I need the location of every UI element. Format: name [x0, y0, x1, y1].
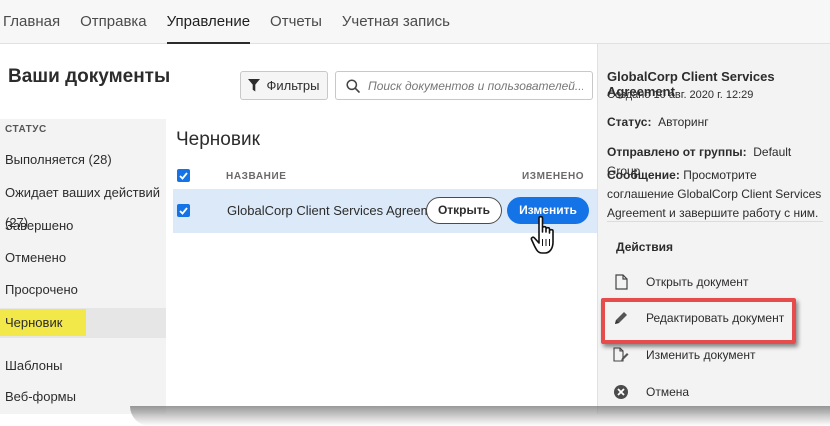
select-all-checkbox[interactable] — [177, 169, 190, 182]
group-label: Отправлено от группы: — [607, 145, 747, 159]
checkmark-icon — [179, 206, 188, 215]
column-header-name[interactable]: НАЗВАНИЕ — [226, 171, 287, 182]
details-panel: GlobalCorp Client Services Agreement Соз… — [597, 44, 830, 414]
action-open-document[interactable]: Открыть документ — [612, 271, 822, 293]
search-input[interactable] — [368, 78, 583, 93]
callout-highlight — [601, 298, 796, 344]
status-label: Статус: — [607, 115, 652, 129]
tab-account[interactable]: Учетная запись — [332, 0, 460, 44]
filters-button-label: Фильтры — [266, 78, 320, 93]
checkmark-icon — [179, 171, 188, 180]
app-window: Главная Отправка Управление Отчеты Учетн… — [0, 0, 830, 426]
tab-send[interactable]: Отправка — [70, 0, 157, 44]
page-title: Ваши документы — [8, 66, 171, 87]
row-checkbox[interactable] — [177, 204, 190, 217]
sidebar-item-draft-label: Черновик — [0, 309, 87, 336]
search-box[interactable] — [335, 71, 593, 100]
hand-cursor-icon — [530, 215, 554, 254]
open-button[interactable]: Открыть — [426, 197, 502, 224]
row-document-name: GlobalCorp Client Services Agreement — [227, 203, 450, 218]
document-icon — [614, 274, 628, 290]
tab-manage[interactable]: Управление — [157, 0, 260, 44]
message-label: Сообщение: — [607, 168, 680, 182]
action-open-document-label: Открыть документ — [646, 275, 749, 289]
filter-icon — [248, 79, 261, 92]
tab-reports[interactable]: Отчеты — [260, 0, 332, 44]
action-modify-document-label: Изменить документ — [646, 348, 756, 362]
status-value: Авторинг — [658, 115, 709, 129]
documents-panel: Ваши документы Фильтры СТАТУС Выполняетс… — [0, 44, 597, 414]
action-cancel[interactable]: Отмена — [612, 381, 822, 403]
status-sidebar: СТАТУС Выполняется (28) Ожидает ваших де… — [0, 119, 166, 414]
sidebar-item-expired[interactable]: Просрочено — [0, 275, 166, 305]
sidebar-item-draft[interactable]: Черновик — [0, 308, 166, 338]
cancel-circle-icon — [614, 385, 628, 399]
sidebar-item-in-progress[interactable]: Выполняется (28) — [0, 145, 166, 175]
sidebar-item-canceled[interactable]: Отменено — [0, 243, 166, 273]
document-list: Черновик НАЗВАНИЕ ИЗМЕНЕНО GlobalCorp Cl… — [166, 119, 597, 414]
status-heading: СТАТУС — [5, 124, 47, 135]
sidebar-item-templates[interactable]: Шаблоны — [0, 351, 166, 381]
sidebar-item-completed[interactable]: Завершено — [0, 211, 166, 241]
modify-document-icon — [613, 347, 629, 362]
divider — [607, 221, 823, 222]
details-created-date: Создано 10 авг. 2020 г. 12:29 — [607, 89, 754, 101]
details-message: Сообщение: Просмотрите соглашение Global… — [607, 166, 825, 223]
search-icon — [346, 78, 360, 93]
filters-button[interactable]: Фильтры — [240, 71, 328, 100]
top-navigation: Главная Отправка Управление Отчеты Учетн… — [0, 0, 830, 44]
actions-heading: Действия — [616, 240, 674, 254]
column-header-modified[interactable]: ИЗМЕНЕНО — [522, 171, 584, 182]
page-edge-shadow — [130, 406, 830, 426]
action-modify-document[interactable]: Изменить документ — [612, 344, 822, 366]
details-status: Статус: Авторинг — [607, 113, 825, 132]
list-title: Черновик — [176, 129, 260, 150]
tab-home[interactable]: Главная — [0, 0, 70, 44]
action-cancel-label: Отмена — [646, 385, 690, 399]
sidebar-item-waiting[interactable]: Ожидает ваших действий (27) — [0, 178, 166, 230]
